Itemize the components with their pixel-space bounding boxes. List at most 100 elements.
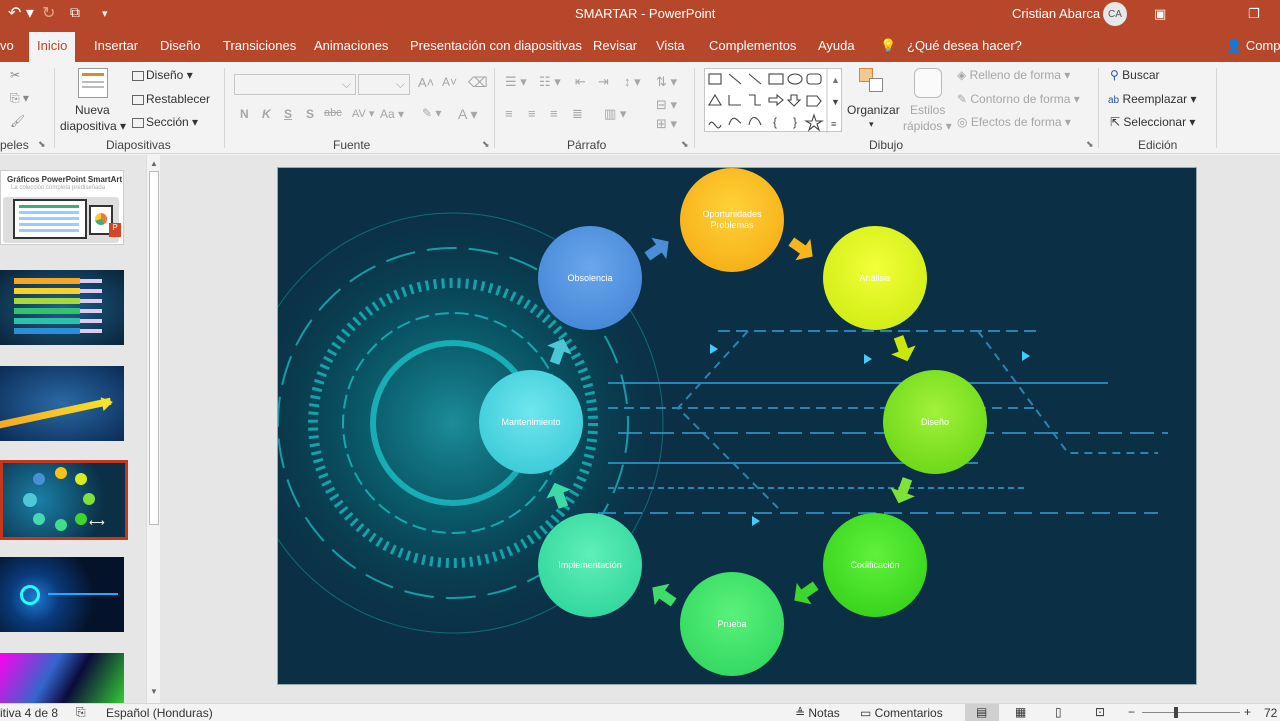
new-slide-icon[interactable] xyxy=(78,68,108,98)
slide-thumbnail-1[interactable]: Gráficos PowerPoint SmartArt La colecció… xyxy=(0,170,124,245)
new-slide-button[interactable]: Nueva xyxy=(75,103,110,117)
shapes-gallery[interactable]: {} ▲ ▼ ≡ xyxy=(704,68,842,133)
tab-vista[interactable]: Vista xyxy=(656,38,685,53)
reading-view-icon[interactable]: ▯ xyxy=(1055,705,1062,719)
shape-effects-button[interactable]: ◎ Efectos de forma ▾ xyxy=(957,115,1071,129)
quick-styles-label[interactable]: rápidos ▾ xyxy=(903,119,952,133)
tab-revisar[interactable]: Revisar xyxy=(593,38,637,53)
zoom-out-icon[interactable]: − xyxy=(1128,705,1135,719)
dialog-launcher-icon[interactable]: ⬊ xyxy=(38,139,46,150)
align-center-icon[interactable]: ≡ xyxy=(528,106,536,121)
bullets-icon[interactable]: ☰ ▾ xyxy=(505,74,527,90)
highlight-icon[interactable]: ✎ ▾ xyxy=(422,106,441,120)
text-direction-icon[interactable]: ⇅ ▾ xyxy=(656,74,677,90)
arrange-button[interactable]: Organizar xyxy=(847,103,900,117)
customize-qat-icon[interactable]: ▾ xyxy=(102,7,108,20)
find-button[interactable]: ⚲ Buscar xyxy=(1110,68,1160,82)
zoom-slider-thumb[interactable] xyxy=(1174,707,1178,718)
node-obsolencia[interactable]: Obsolencia xyxy=(538,226,642,330)
node-mantenimiento[interactable]: Mantenimiento xyxy=(479,370,583,474)
sorter-view-icon[interactable]: ▦ xyxy=(1015,705,1026,719)
spellcheck-icon[interactable]: ⎘ xyxy=(76,705,86,720)
tab-archivo[interactable]: vo xyxy=(0,38,14,53)
clear-format-icon[interactable]: ⌫ xyxy=(468,74,488,91)
shape-fill-button[interactable]: ◈ Relleno de forma ▾ xyxy=(957,68,1070,82)
font-launcher-icon[interactable]: ⬊ xyxy=(482,139,490,150)
select-button[interactable]: ⇱ Seleccionar ▾ xyxy=(1110,115,1195,129)
slide-canvas[interactable]: Oportunidades Problemas Análisis Diseño C… xyxy=(277,167,1197,685)
node-analisis[interactable]: Análisis xyxy=(823,226,927,330)
shrink-font-icon[interactable]: A˅ xyxy=(442,75,457,89)
copy-icon[interactable]: ⎘ ▾ xyxy=(10,91,29,106)
ribbon-display-icon[interactable]: ▣ xyxy=(1154,6,1166,22)
strike-button[interactable]: abc xyxy=(324,107,342,119)
slide-thumbnail-2[interactable] xyxy=(0,270,124,345)
line-spacing-icon[interactable]: ↕ ▾ xyxy=(624,74,641,90)
case-button[interactable]: Aa ▾ xyxy=(380,107,404,121)
justify-icon[interactable]: ≣ xyxy=(572,106,583,122)
zoom-in-icon[interactable]: + xyxy=(1244,705,1251,719)
node-prueba[interactable]: Prueba xyxy=(680,572,784,676)
quick-styles-button[interactable]: Estilos xyxy=(910,103,945,117)
node-oportunidades[interactable]: Oportunidades Problemas xyxy=(680,168,784,272)
node-implementacion[interactable]: Implementación xyxy=(538,513,642,617)
comments-button[interactable]: ▭ Comentarios xyxy=(860,706,943,720)
grow-font-icon[interactable]: A˄ xyxy=(418,75,434,90)
shape-outline-button[interactable]: ✎ Contorno de forma ▾ xyxy=(957,92,1080,106)
slide-thumbnail-6[interactable] xyxy=(0,653,124,703)
format-painter-icon[interactable]: 🖌 xyxy=(10,114,25,128)
language-status[interactable]: Español (Honduras) xyxy=(106,706,213,720)
zoom-slider[interactable] xyxy=(1142,712,1240,713)
tab-presentacion[interactable]: Presentación con diapositivas xyxy=(410,38,582,53)
tab-inicio[interactable]: Inicio xyxy=(29,32,76,62)
numbering-icon[interactable]: ☷ ▾ xyxy=(539,74,561,90)
cut-icon[interactable]: ✂ xyxy=(10,68,20,82)
bold-button[interactable]: N xyxy=(240,107,249,121)
tab-ayuda[interactable]: Ayuda xyxy=(818,38,855,53)
undo-icon[interactable]: ↶ ▾ xyxy=(8,3,34,23)
tab-complementos[interactable]: Complementos xyxy=(709,38,796,53)
avatar[interactable]: CA xyxy=(1103,2,1127,26)
tab-diseno[interactable]: Diseño xyxy=(160,38,200,53)
share-button[interactable]: 👤 Compa xyxy=(1226,38,1280,54)
arrange-dropdown-icon[interactable]: ▾ xyxy=(869,119,874,130)
decrease-indent-icon[interactable]: ⇤ xyxy=(575,74,586,90)
smartart-convert-icon[interactable]: ⊞ ▾ xyxy=(656,116,677,132)
arrange-icon[interactable] xyxy=(859,68,887,96)
shadow-button[interactable]: S xyxy=(306,107,314,121)
replace-button[interactable]: ab Reemplazar ▾ xyxy=(1108,92,1197,106)
zoom-level[interactable]: 72 xyxy=(1264,706,1277,720)
tab-animaciones[interactable]: Animaciones xyxy=(314,38,388,53)
font-size-select[interactable]: ⌵ xyxy=(358,74,410,95)
align-right-icon[interactable]: ≡ xyxy=(550,106,558,121)
reset-button[interactable]: Restablecer xyxy=(132,92,210,106)
node-codificacion[interactable]: Codificación xyxy=(823,513,927,617)
slideshow-view-icon[interactable]: ⊡ xyxy=(1095,705,1105,719)
align-text-icon[interactable]: ⊟ ▾ xyxy=(656,97,677,113)
tab-insertar[interactable]: Insertar xyxy=(94,38,138,53)
para-launcher-icon[interactable]: ⬊ xyxy=(681,139,689,150)
notes-button[interactable]: ≜ Notas xyxy=(795,706,840,720)
slide-thumbnail-5[interactable] xyxy=(0,557,124,632)
quick-styles-icon[interactable] xyxy=(914,68,942,98)
present-icon[interactable]: ⧉ xyxy=(70,4,80,21)
slide-thumbnail-3[interactable] xyxy=(0,366,124,441)
increase-indent-icon[interactable]: ⇥ xyxy=(598,74,609,90)
font-color-icon[interactable]: A ▾ xyxy=(458,106,477,123)
thumbnail-scrollbar[interactable]: ▲ ▼ xyxy=(146,155,160,703)
user-name[interactable]: Cristian Abarca xyxy=(1012,6,1100,21)
underline-button[interactable]: S xyxy=(284,107,292,121)
columns-icon[interactable]: ▥ ▾ xyxy=(604,106,626,122)
italic-button[interactable]: K xyxy=(262,107,271,121)
tab-transiciones[interactable]: Transiciones xyxy=(223,38,296,53)
draw-launcher-icon[interactable]: ⬊ xyxy=(1086,139,1094,150)
new-slide-dropdown[interactable]: diapositiva ▾ xyxy=(60,119,126,133)
font-family-select[interactable]: ⌵ xyxy=(234,74,356,95)
section-button[interactable]: Sección ▾ xyxy=(132,115,198,129)
redo-icon[interactable]: ↻ xyxy=(42,3,55,23)
align-left-icon[interactable]: ≡ xyxy=(505,106,513,121)
spacing-button[interactable]: AV ▾ xyxy=(352,107,374,120)
layout-button[interactable]: Diseño ▾ xyxy=(132,68,193,82)
tell-me-input[interactable]: ¿Qué desea hacer? xyxy=(907,38,1022,53)
restore-icon[interactable]: ❐ xyxy=(1248,6,1260,22)
